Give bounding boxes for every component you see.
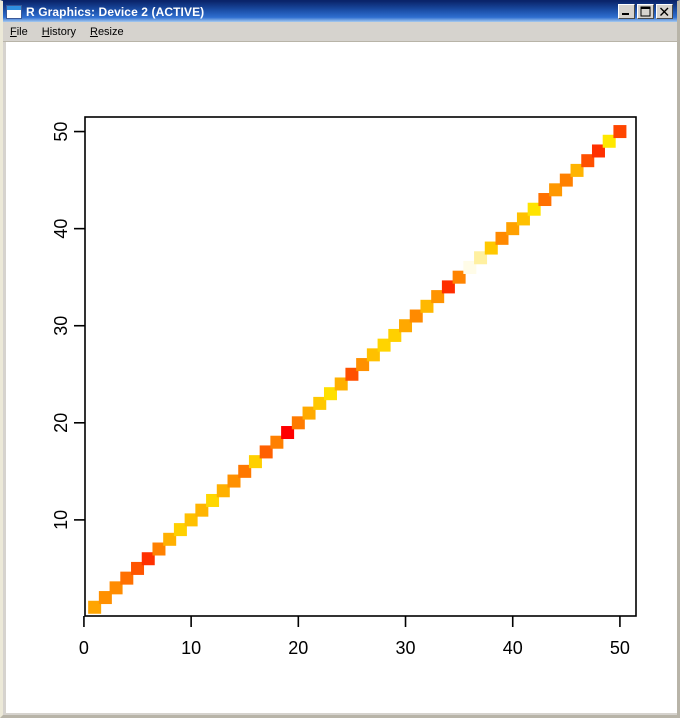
y-tick-label: 30 [51, 316, 71, 336]
scatter-plot: 0 10 20 30 40 50 10 20 30 40 50 [51, 116, 637, 658]
menu-resize-mnemonic: R [89, 25, 98, 38]
menu-history-rest: istory [49, 25, 76, 38]
x-tick-label: 30 [396, 638, 416, 658]
x-tick-label: 50 [610, 638, 630, 658]
r-graphics-window: R Graphics: Device 2 (ACTIVE) File Histo… [0, 0, 680, 718]
x-axis-labels: 0 10 20 30 40 50 [79, 638, 630, 658]
y-tick-label: 50 [51, 122, 71, 142]
menubar: File History Resize [3, 22, 677, 42]
menu-history[interactable]: History [35, 24, 83, 40]
window-title: R Graphics: Device 2 (ACTIVE) [26, 4, 205, 19]
x-tick-label: 20 [288, 638, 308, 658]
menu-file-mnemonic: F [10, 25, 17, 38]
close-button[interactable] [656, 4, 673, 19]
y-axis-labels: 10 20 30 40 50 [51, 122, 71, 530]
menu-resize-rest: esize [97, 25, 124, 38]
x-tick-label: 40 [503, 638, 523, 658]
menu-history-mnemonic: H [41, 25, 50, 38]
window-controls [616, 4, 673, 19]
x-tick-label: 10 [181, 638, 201, 658]
graphics-canvas[interactable]: 0 10 20 30 40 50 10 20 30 40 50 [6, 42, 677, 713]
minimize-button[interactable] [618, 4, 635, 19]
menu-file[interactable]: File [3, 24, 35, 40]
y-tick-label: 20 [51, 413, 71, 433]
x-tick-label: 0 [79, 638, 89, 658]
menu-file-rest: ile [16, 25, 28, 38]
data-points [88, 125, 627, 614]
maximize-button[interactable] [637, 4, 654, 19]
menu-resize[interactable]: Resize [83, 24, 131, 40]
y-tick-label: 40 [51, 219, 71, 239]
data-point [613, 125, 627, 139]
window-icon [6, 4, 22, 19]
y-tick-label: 10 [51, 510, 71, 530]
titlebar[interactable]: R Graphics: Device 2 (ACTIVE) [3, 1, 677, 22]
